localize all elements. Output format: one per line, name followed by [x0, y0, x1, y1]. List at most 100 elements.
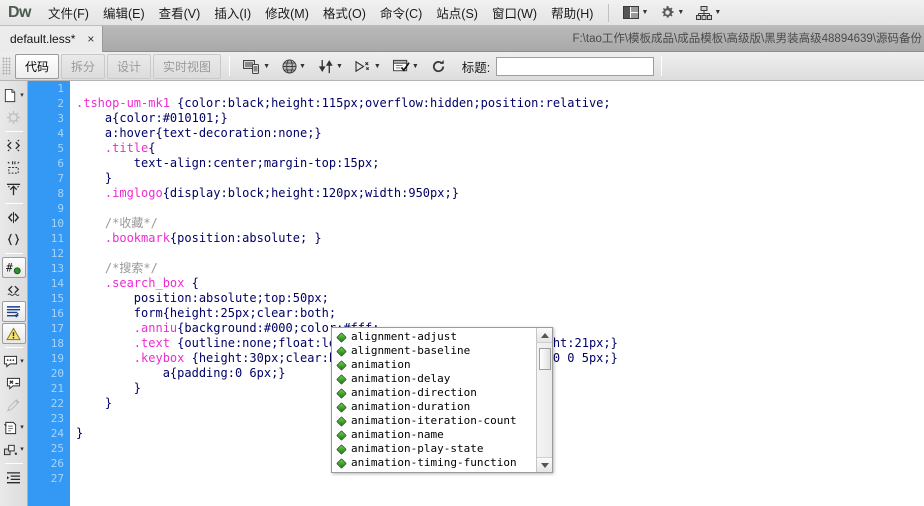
- code-line[interactable]: position:absolute;top:50px;: [76, 291, 924, 306]
- autocomplete-item[interactable]: animation-play-state: [332, 442, 537, 456]
- menu-edit[interactable]: 编辑(E): [96, 0, 152, 25]
- code-token: .text: [76, 336, 178, 350]
- syntax-error-alerts-icon[interactable]: [1, 323, 26, 344]
- chevron-down-icon: ▼: [677, 9, 685, 16]
- remove-comment-icon[interactable]: [2, 373, 26, 394]
- view-split-button[interactable]: 拆分: [61, 53, 106, 79]
- autocomplete-item[interactable]: alignment-baseline: [332, 344, 537, 358]
- autocomplete-item-label: animation-play-state: [351, 442, 484, 455]
- wrap-tag-icon[interactable]: [2, 395, 26, 416]
- visual-aids-button[interactable]: ▼: [387, 57, 425, 76]
- css-property-diamond-icon: [336, 387, 347, 399]
- autocomplete-item[interactable]: animation-iteration-count: [332, 414, 537, 428]
- code-line[interactable]: a{color:#010101;}: [76, 111, 924, 126]
- view-live-button[interactable]: 实时视图: [153, 53, 222, 79]
- menu-commands[interactable]: 命令(C): [373, 0, 429, 25]
- code-line[interactable]: text-align:center;margin-top:15px;: [76, 156, 924, 171]
- code-token: form: [76, 306, 163, 320]
- code-token: .keybox: [76, 351, 192, 365]
- move-css-rules-icon[interactable]: ▾: [2, 439, 26, 460]
- indent-code-icon[interactable]: [2, 467, 26, 488]
- autocomplete-item[interactable]: animation-name: [332, 428, 537, 442]
- line-number: 11: [50, 232, 64, 245]
- title-input[interactable]: [496, 56, 655, 76]
- scroll-up-arrow-icon[interactable]: [537, 328, 552, 343]
- code-token: .bookmark: [76, 231, 170, 245]
- menu-file[interactable]: 文件(F): [41, 0, 96, 25]
- highlight-invalid-code-icon[interactable]: [2, 279, 26, 300]
- menu-modify[interactable]: 修改(M): [258, 0, 316, 25]
- chevron-down-icon: ▾: [20, 92, 24, 99]
- layout-switcher-button[interactable]: ▼: [617, 4, 654, 21]
- code-line[interactable]: form{height:25px;clear:both;: [76, 306, 924, 321]
- menu-help[interactable]: 帮助(H): [544, 0, 600, 25]
- code-line[interactable]: [76, 81, 924, 96]
- code-token: a: [76, 111, 113, 125]
- code-line[interactable]: [76, 471, 924, 486]
- menu-format[interactable]: 格式(O): [316, 0, 373, 25]
- code-line[interactable]: .tshop-um-mk1 {color:black;height:115px;…: [76, 96, 924, 111]
- autocomplete-scrollbar[interactable]: [536, 328, 552, 472]
- code-editor[interactable]: 1 2 3 4 5 6 7 8 9 10 11 12 13 14 15 16 17 18 19 20 21 22 23 24 2…: [28, 81, 924, 506]
- live-code-button[interactable]: ▼: [349, 57, 387, 76]
- code-token: a:hover: [76, 126, 156, 140]
- code-line[interactable]: /*收藏*/: [76, 216, 924, 231]
- scroll-down-arrow-icon[interactable]: [537, 457, 552, 472]
- autocomplete-item-label: alignment-adjust: [351, 330, 457, 343]
- autocomplete-item[interactable]: animation-timing-function: [332, 456, 537, 470]
- css-property-autocomplete-popup[interactable]: alignment-adjust alignment-baseline animat…: [331, 327, 553, 473]
- line-number: 22: [50, 397, 64, 410]
- menu-view[interactable]: 查看(V): [152, 0, 208, 25]
- coding-toolbar-divider-4: [4, 347, 23, 348]
- code-token: {color:#010101;}: [112, 111, 228, 125]
- code-token: {height:25px;clear:both;: [162, 306, 337, 320]
- close-icon[interactable]: ×: [87, 32, 94, 46]
- file-management-button[interactable]: ▼: [312, 57, 349, 76]
- menu-window[interactable]: 窗口(W): [485, 0, 544, 25]
- autocomplete-item[interactable]: animation: [332, 358, 537, 372]
- autocomplete-item[interactable]: alignment-adjust: [332, 330, 537, 344]
- code-line[interactable]: [76, 201, 924, 216]
- code-token: {: [191, 276, 199, 290]
- code-token: .search_box: [76, 276, 192, 290]
- multiscreen-preview-button[interactable]: ▼: [237, 57, 276, 76]
- code-line[interactable]: .imglogo{display:block;height:120px;widt…: [76, 186, 924, 201]
- site-manage-button[interactable]: ▼: [690, 4, 727, 22]
- recent-snippets-icon[interactable]: ▾: [2, 417, 26, 438]
- code-line[interactable]: .search_box {: [76, 276, 924, 291]
- extend-gear-button[interactable]: ▼: [654, 3, 690, 22]
- autocomplete-item[interactable]: animation-direction: [332, 386, 537, 400]
- collapse-outside-selection-icon[interactable]: [2, 157, 26, 178]
- show-code-navigator-icon[interactable]: [2, 107, 26, 128]
- balance-braces-icon[interactable]: [2, 229, 26, 250]
- code-token: /*收藏*/: [76, 216, 158, 230]
- word-wrap-icon[interactable]: [1, 301, 26, 322]
- document-tab-default-less[interactable]: default.less* ×: [0, 26, 104, 52]
- line-number-gutter: 1 2 3 4 5 6 7 8 9 10 11 12 13 14 15 16 17 18 19 20 21 22 23 24 2…: [28, 81, 70, 506]
- code-line[interactable]: .bookmark{position:absolute; }: [76, 231, 924, 246]
- autocomplete-item[interactable]: animation-delay: [332, 372, 537, 386]
- expand-all-icon[interactable]: [2, 179, 26, 200]
- line-numbers-icon[interactable]: #: [1, 257, 26, 278]
- autocomplete-item[interactable]: animation-duration: [332, 400, 537, 414]
- collapse-full-tag-icon[interactable]: [2, 135, 26, 156]
- code-line[interactable]: .title{: [76, 141, 924, 156]
- code-line[interactable]: [76, 246, 924, 261]
- menu-insert[interactable]: 插入(I): [207, 0, 258, 25]
- code-line[interactable]: a:hover{text-decoration:none;}: [76, 126, 924, 141]
- autocomplete-list[interactable]: alignment-adjust alignment-baseline animat…: [332, 330, 537, 472]
- select-parent-tag-icon[interactable]: [2, 207, 26, 228]
- menu-site[interactable]: 站点(S): [429, 0, 485, 25]
- css-property-diamond-icon: [336, 345, 347, 357]
- apply-comment-icon[interactable]: ▾: [2, 351, 26, 372]
- code-line[interactable]: }: [76, 171, 924, 186]
- line-number: 12: [50, 247, 64, 260]
- toolbar-grip[interactable]: [2, 57, 11, 75]
- preview-in-browser-button[interactable]: ▼: [276, 57, 312, 76]
- view-design-button[interactable]: 设计: [107, 53, 152, 79]
- scrollbar-thumb[interactable]: [539, 348, 551, 370]
- code-line[interactable]: /*搜索*/: [76, 261, 924, 276]
- refresh-button[interactable]: [425, 57, 452, 76]
- open-documents-icon[interactable]: ▾: [2, 85, 26, 106]
- view-code-button[interactable]: 代码: [15, 53, 60, 79]
